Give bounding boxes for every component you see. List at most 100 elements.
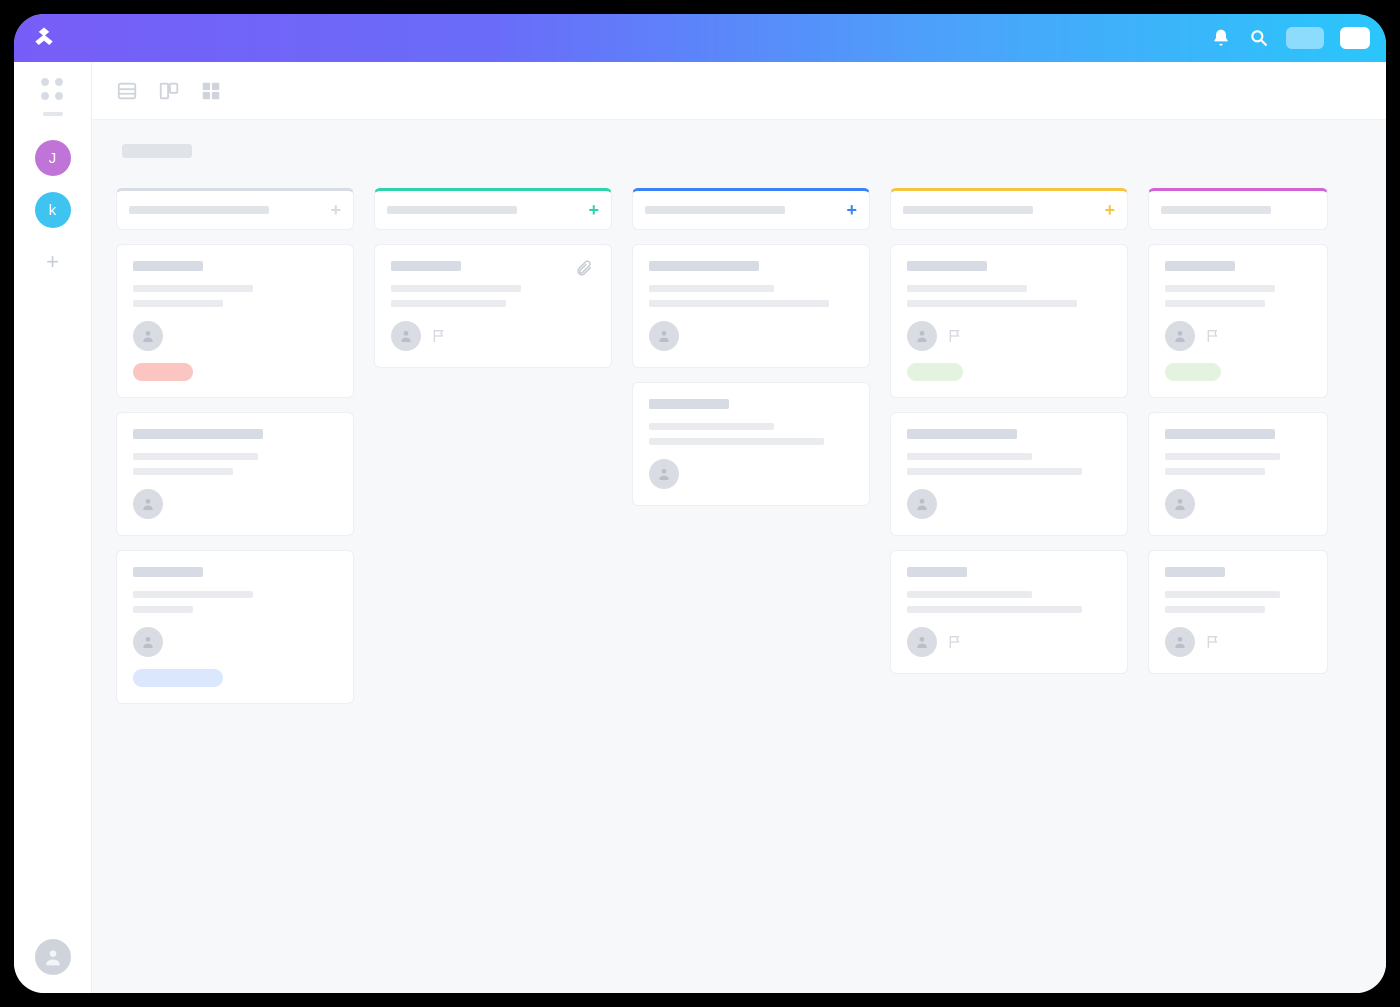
card-tag[interactable] [133, 669, 223, 687]
add-card-button[interactable]: + [330, 200, 341, 221]
card-title [133, 261, 203, 271]
task-card[interactable] [116, 412, 354, 536]
card-text-line [907, 591, 1032, 598]
assignee-avatar[interactable] [391, 321, 421, 351]
card-footer [1165, 321, 1311, 351]
card-tag[interactable] [907, 363, 963, 381]
board-area: + + + + [92, 120, 1386, 993]
card-title [133, 429, 263, 439]
card-footer [1165, 627, 1311, 657]
app-body: J k + + + + + [14, 62, 1386, 993]
column-title [645, 206, 785, 214]
priority-flag-icon[interactable] [431, 328, 447, 344]
card-title [1165, 567, 1225, 577]
board-column [1148, 188, 1328, 704]
card-tag[interactable] [1165, 363, 1221, 381]
board-view-icon[interactable] [158, 80, 180, 102]
card-footer [133, 489, 337, 519]
topbar-button-1[interactable] [1286, 27, 1324, 49]
card-text-line [1165, 606, 1265, 613]
card-text-line [907, 285, 1027, 292]
app-logo[interactable] [30, 24, 58, 52]
card-text-line [907, 606, 1082, 613]
assignee-avatar[interactable] [1165, 321, 1195, 351]
card-text-line [907, 468, 1082, 475]
assignee-avatar[interactable] [133, 489, 163, 519]
topbar [14, 14, 1386, 62]
search-icon[interactable] [1248, 27, 1270, 49]
assignee-avatar[interactable] [907, 321, 937, 351]
assignee-avatar[interactable] [133, 627, 163, 657]
assignee-avatar[interactable] [1165, 627, 1195, 657]
assignee-avatar[interactable] [907, 627, 937, 657]
main: + + + + [92, 62, 1386, 993]
task-card[interactable] [1148, 412, 1328, 536]
board-column: + [890, 188, 1128, 704]
board-column: + [116, 188, 354, 704]
column-header[interactable]: + [890, 188, 1128, 230]
column-header[interactable]: + [374, 188, 612, 230]
assignee-avatar[interactable] [907, 489, 937, 519]
card-text-line [1165, 285, 1275, 292]
priority-flag-icon[interactable] [947, 328, 963, 344]
card-text-line [133, 285, 253, 292]
assignee-avatar[interactable] [133, 321, 163, 351]
card-text-line [1165, 300, 1265, 307]
card-text-line [391, 285, 521, 292]
card-text-line [133, 591, 253, 598]
add-card-button[interactable]: + [846, 200, 857, 221]
member-avatar-0[interactable]: J [35, 140, 71, 176]
grid-view-icon[interactable] [200, 80, 222, 102]
task-card[interactable] [374, 244, 612, 368]
priority-flag-icon[interactable] [1205, 328, 1221, 344]
view-toolbar [92, 62, 1386, 120]
card-text-line [391, 300, 506, 307]
card-footer [133, 321, 337, 351]
card-tag[interactable] [133, 363, 193, 381]
card-text-line [907, 453, 1032, 460]
notifications-icon[interactable] [1210, 27, 1232, 49]
assignee-avatar[interactable] [649, 321, 679, 351]
sidebar: J k + [14, 62, 92, 993]
add-card-button[interactable]: + [1104, 200, 1115, 221]
card-footer [391, 321, 595, 351]
card-text-line [1165, 591, 1280, 598]
column-header[interactable] [1148, 188, 1328, 230]
column-header[interactable]: + [632, 188, 870, 230]
task-card[interactable] [890, 244, 1128, 398]
apps-icon[interactable] [41, 78, 65, 102]
column-header[interactable]: + [116, 188, 354, 230]
card-text-line [133, 606, 193, 613]
attachment-icon [575, 259, 593, 277]
column-title [387, 206, 517, 214]
board-column: + [632, 188, 870, 704]
assignee-avatar[interactable] [649, 459, 679, 489]
priority-flag-icon[interactable] [947, 634, 963, 650]
task-card[interactable] [1148, 550, 1328, 674]
assignee-avatar[interactable] [1165, 489, 1195, 519]
card-title [133, 567, 203, 577]
card-title [907, 429, 1017, 439]
task-card[interactable] [632, 382, 870, 506]
card-footer [907, 321, 1111, 351]
task-card[interactable] [116, 550, 354, 704]
add-member-button[interactable]: + [35, 244, 71, 280]
member-avatar-1[interactable]: k [35, 192, 71, 228]
card-title [649, 261, 759, 271]
card-title [649, 399, 729, 409]
task-card[interactable] [890, 550, 1128, 674]
priority-flag-icon[interactable] [1205, 634, 1221, 650]
task-card[interactable] [116, 244, 354, 398]
board-title [122, 144, 192, 158]
card-title [1165, 429, 1275, 439]
card-text-line [133, 468, 233, 475]
add-card-button[interactable]: + [588, 200, 599, 221]
card-title [1165, 261, 1235, 271]
topbar-button-2[interactable] [1340, 27, 1370, 49]
task-card[interactable] [632, 244, 870, 368]
task-card[interactable] [890, 412, 1128, 536]
list-view-icon[interactable] [116, 80, 138, 102]
task-card[interactable] [1148, 244, 1328, 398]
current-user-avatar[interactable] [35, 939, 71, 975]
card-footer [649, 321, 853, 351]
